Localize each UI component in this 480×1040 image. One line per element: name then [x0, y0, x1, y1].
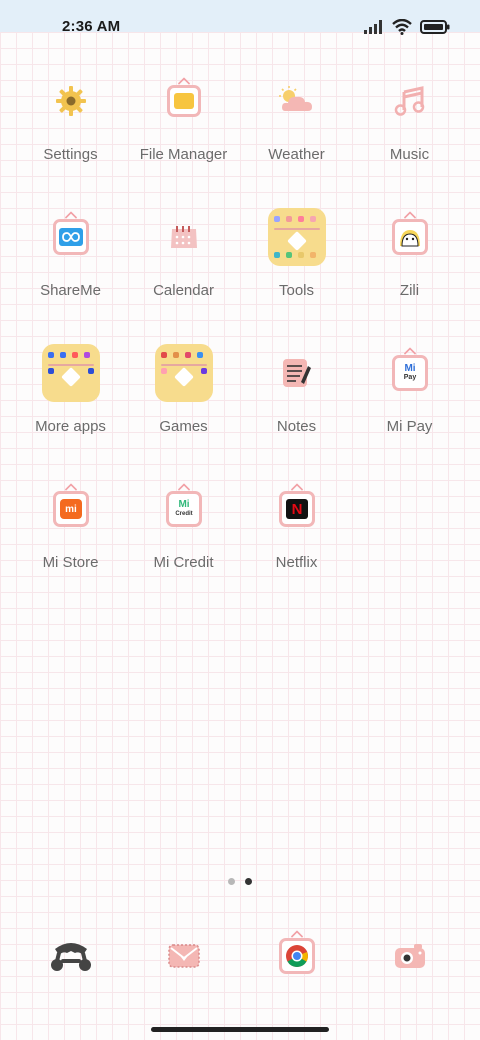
- micredit-badge: Credit: [175, 511, 193, 517]
- zili-icon: [379, 206, 441, 268]
- signal-icon: [364, 20, 382, 34]
- app-settings[interactable]: Settings: [14, 70, 127, 190]
- app-label: Tools: [278, 282, 315, 299]
- shareme-icon: [40, 206, 102, 268]
- camera-icon: [395, 944, 425, 968]
- app-netflix[interactable]: N Netflix: [240, 478, 353, 598]
- weather-icon: [266, 70, 328, 132]
- folder-more-apps[interactable]: More apps: [14, 342, 127, 462]
- dock-messages[interactable]: [153, 925, 215, 987]
- folder-icon: [153, 70, 215, 132]
- app-calendar[interactable]: Calendar: [127, 206, 240, 326]
- app-label: Mi Credit: [153, 554, 214, 571]
- app-label: Netflix: [275, 554, 318, 571]
- app-file-manager[interactable]: File Manager: [127, 70, 240, 190]
- app-label: File Manager: [139, 146, 228, 163]
- app-zili[interactable]: Zili: [353, 206, 466, 326]
- mipay-badge: Pay: [403, 374, 417, 381]
- status-bar: 2:36 AM: [0, 0, 480, 35]
- dock: [14, 925, 466, 987]
- app-label: Calendar: [153, 282, 214, 299]
- messages-icon: [168, 944, 200, 968]
- netflix-badge: N: [291, 500, 303, 518]
- status-time: 2:36 AM: [62, 18, 121, 35]
- app-weather[interactable]: Weather: [240, 70, 353, 190]
- netflix-icon: N: [266, 478, 328, 540]
- app-label: Settings: [43, 146, 98, 163]
- app-mi-pay[interactable]: Mi Pay Mi Pay: [353, 342, 466, 462]
- gear-icon: [40, 70, 102, 132]
- app-notes[interactable]: Notes: [240, 342, 353, 462]
- folder-more-apps-icon: [40, 342, 102, 404]
- app-mi-credit[interactable]: Mi Credit Mi Credit: [127, 478, 240, 598]
- chrome-icon: [279, 938, 315, 974]
- folder-games-icon: [153, 342, 215, 404]
- phone-icon: [51, 943, 91, 971]
- app-music[interactable]: Music: [353, 70, 466, 190]
- folder-tools[interactable]: Tools: [240, 206, 353, 326]
- app-label: Zili: [399, 282, 420, 299]
- app-label: More apps: [35, 418, 106, 435]
- page-dot[interactable]: [228, 878, 235, 885]
- folder-tools-icon: [266, 206, 328, 268]
- mistore-icon: mi: [40, 478, 102, 540]
- app-shareme[interactable]: ShareMe: [14, 206, 127, 326]
- app-label: Notes: [276, 418, 317, 435]
- battery-icon: [420, 20, 450, 34]
- music-icon: [379, 70, 441, 132]
- page-dot-active[interactable]: [245, 878, 252, 885]
- app-label: Games: [159, 418, 208, 435]
- page-indicator[interactable]: [228, 878, 252, 885]
- mistore-badge: mi: [65, 503, 77, 515]
- app-label: ShareMe: [40, 282, 101, 299]
- home-indicator[interactable]: [151, 1027, 329, 1032]
- wifi-icon: [392, 19, 412, 35]
- mipay-icon: Mi Pay: [379, 342, 441, 404]
- app-label: Mi Store: [42, 554, 99, 571]
- dock-chrome[interactable]: [266, 925, 328, 987]
- app-label: Weather: [268, 146, 325, 163]
- notes-icon: [266, 342, 328, 404]
- app-label: Mi Pay: [386, 418, 433, 435]
- dock-camera[interactable]: [379, 925, 441, 987]
- app-label: Music: [389, 146, 430, 163]
- micredit-icon: Mi Credit: [153, 478, 215, 540]
- dock-phone[interactable]: [40, 925, 102, 987]
- status-icons: [364, 19, 450, 35]
- calendar-icon: [153, 206, 215, 268]
- folder-games[interactable]: Games: [127, 342, 240, 462]
- app-mi-store[interactable]: mi Mi Store: [14, 478, 127, 598]
